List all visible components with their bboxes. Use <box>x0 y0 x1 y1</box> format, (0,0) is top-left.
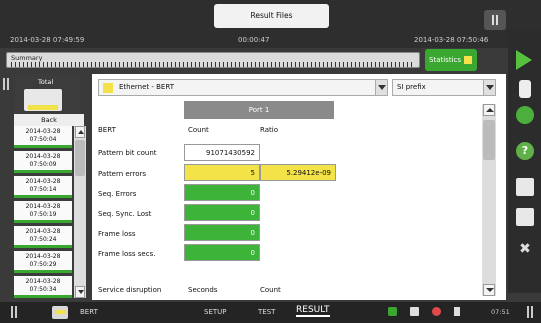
time-item-date: 2014-03-28 <box>25 128 61 135</box>
test-application-name[interactable]: BERT <box>80 308 98 316</box>
results-panel: Ethernet - BERT SI prefix Port 1 BERT Co… <box>92 74 506 300</box>
time-item-time: 07:50:09 <box>29 161 57 168</box>
panel-handle-icon[interactable] <box>484 10 506 30</box>
statistics-label: Statistics <box>429 56 461 64</box>
timeline-scrollbar[interactable] <box>74 126 86 298</box>
scroll-up-icon[interactable] <box>75 126 85 138</box>
total-label: Total <box>38 78 54 86</box>
scroll-thumb[interactable] <box>483 120 495 160</box>
time-item-date: 2014-03-28 <box>25 228 61 235</box>
service-disruption-label: Service disruption <box>98 286 162 294</box>
time-item[interactable]: 2014-03-28 07:50:04 <box>14 126 72 148</box>
test-application-icon[interactable] <box>52 306 68 319</box>
status-led-icon[interactable] <box>516 106 534 124</box>
scroll-down-icon[interactable] <box>483 284 495 296</box>
summary-timeline[interactable]: Summary <box>6 52 420 68</box>
port-header: Port 1 <box>184 101 334 119</box>
bottom-bar: BERT SETUP TEST RESULT 07:51 <box>0 302 541 323</box>
tab-test[interactable]: TEST <box>258 308 275 316</box>
column-header-service-count: Count <box>260 286 281 294</box>
count-cell: 5 <box>184 164 260 181</box>
chevron-down-icon[interactable] <box>375 80 387 95</box>
result-files-tab[interactable]: Result Files <box>214 4 329 28</box>
results-scrollbar[interactable] <box>482 104 496 296</box>
bottom-right-handle-icon[interactable] <box>524 306 538 320</box>
time-item[interactable]: 2014-03-28 07:50:19 <box>14 201 72 223</box>
time-item-time: 07:50:34 <box>29 286 57 293</box>
time-item-time: 07:50:04 <box>29 136 57 143</box>
statistics-status-icon <box>464 56 472 64</box>
test-select[interactable]: Ethernet - BERT <box>98 79 388 96</box>
test-current-time: 2014-03-28 07:50:46 <box>414 36 489 44</box>
total-status-bar <box>28 105 58 110</box>
count-cell: 0 <box>184 184 260 201</box>
system-clock: 07:51 <box>491 308 510 316</box>
count-cell: 0 <box>184 244 260 261</box>
time-item[interactable]: 2014-03-28 07:50:34 <box>14 276 72 298</box>
report-icon[interactable] <box>516 178 534 196</box>
time-item[interactable]: 2014-03-28 07:50:24 <box>14 226 72 248</box>
summary-ticks <box>11 62 415 67</box>
remote-icon[interactable] <box>410 307 419 316</box>
time-item[interactable]: 2014-03-28 07:50:14 <box>14 176 72 198</box>
edit-report-icon[interactable] <box>516 208 534 226</box>
scroll-up-icon[interactable] <box>483 104 495 116</box>
traffic-light-icon[interactable] <box>519 80 531 98</box>
section-label: BERT <box>98 126 116 134</box>
back-button[interactable]: Back <box>14 114 84 126</box>
statistics-button[interactable]: Statistics <box>425 49 477 71</box>
battery-icon[interactable] <box>454 307 460 316</box>
timeline-panel: Total Back 2014-03-28 07:50:04 2014-03-2… <box>14 74 86 300</box>
test-color-icon <box>103 83 113 93</box>
time-item-date: 2014-03-28 <box>25 178 61 185</box>
start-test-icon[interactable] <box>516 50 532 70</box>
test-start-time: 2014-03-28 07:49:59 <box>10 36 85 44</box>
scroll-down-icon[interactable] <box>75 286 85 298</box>
time-item-time: 07:50:19 <box>29 211 57 218</box>
row-label: Pattern bit count <box>98 149 157 157</box>
scroll-thumb[interactable] <box>75 140 85 176</box>
chevron-down-icon[interactable] <box>483 80 495 95</box>
column-header-seconds: Seconds <box>188 286 218 294</box>
time-item-date: 2014-03-28 <box>25 203 61 210</box>
prefix-select[interactable]: SI prefix <box>392 79 496 96</box>
row-label: Seq. Sync. Lost <box>98 210 152 218</box>
tab-setup[interactable]: SETUP <box>204 308 227 316</box>
ratio-cell: 5.29412e-09 <box>260 164 336 181</box>
column-header-count: Count <box>188 126 209 134</box>
tools-icon[interactable]: ✖ <box>516 240 534 258</box>
time-item-date: 2014-03-28 <box>25 253 61 260</box>
left-panel-handle-icon[interactable] <box>0 76 12 92</box>
time-item-time: 07:50:14 <box>29 186 57 193</box>
time-item-date: 2014-03-28 <box>25 278 61 285</box>
test-select-value: Ethernet - BERT <box>119 83 174 91</box>
tab-result[interactable]: RESULT <box>296 305 330 317</box>
summary-label: Summary <box>11 54 43 62</box>
time-item[interactable]: 2014-03-28 07:50:09 <box>14 151 72 173</box>
time-item-time: 07:50:29 <box>29 261 57 268</box>
count-cell: 91071430592 <box>184 144 260 161</box>
count-cell: 0 <box>184 204 260 221</box>
top-header: Result Files 2014-03-28 07:49:59 00:00:4… <box>0 0 541 48</box>
test-elapsed-time: 00:00:47 <box>238 36 270 44</box>
bottom-left-handle-icon[interactable] <box>8 306 22 320</box>
row-label: Pattern errors <box>98 170 147 178</box>
column-header-ratio: Ratio <box>260 126 278 134</box>
row-label: Seq. Errors <box>98 190 137 198</box>
wifi-icon[interactable] <box>432 307 441 316</box>
row-label: Frame loss <box>98 230 136 238</box>
right-sidebar: ? ✖ <box>508 30 541 293</box>
count-cell: 0 <box>184 224 260 241</box>
network-icon[interactable] <box>388 307 397 316</box>
time-item-date: 2014-03-28 <box>25 153 61 160</box>
help-icon[interactable]: ? <box>516 142 534 160</box>
row-label: Frame loss secs. <box>98 250 156 258</box>
prefix-select-value: SI prefix <box>397 83 426 91</box>
time-item-time: 07:50:24 <box>29 236 57 243</box>
time-item[interactable]: 2014-03-28 07:50:29 <box>14 251 72 273</box>
